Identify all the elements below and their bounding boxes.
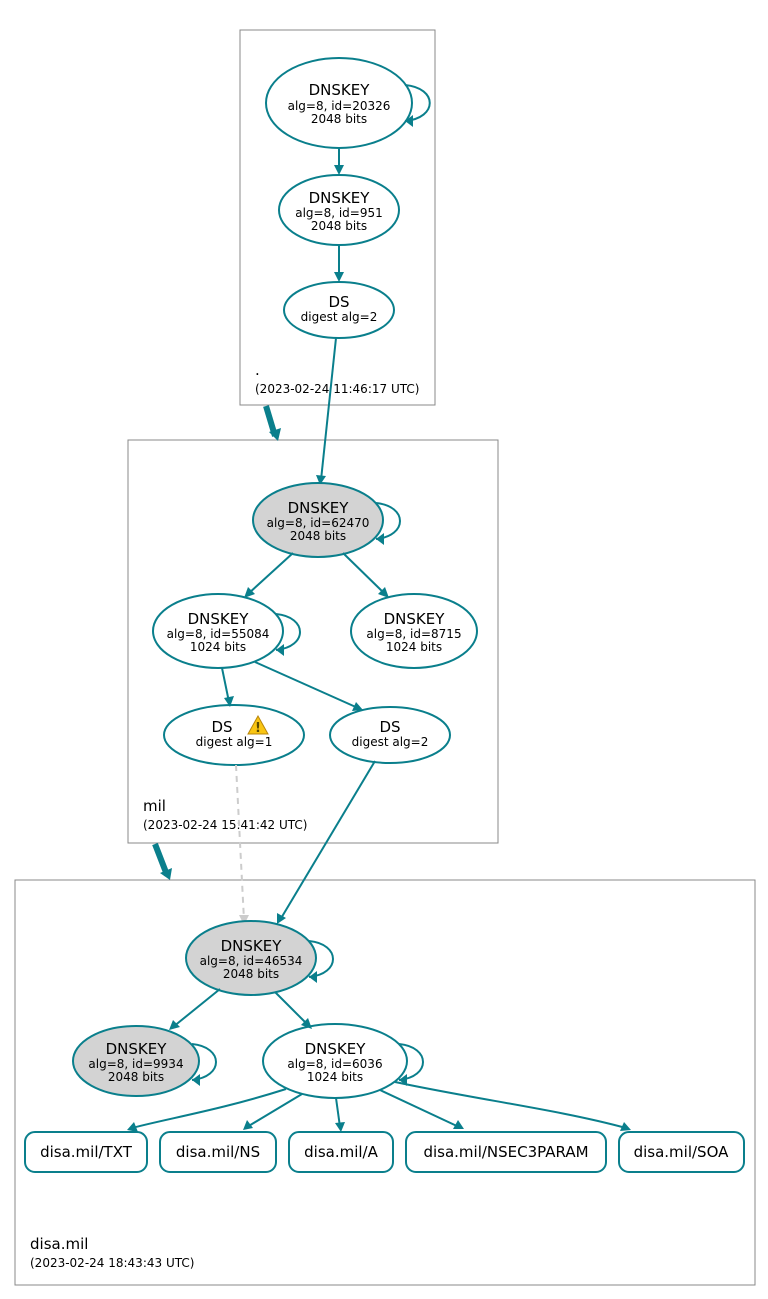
mil-ksk-l2: 2048 bits (290, 529, 346, 543)
zone-label-root: . (255, 361, 260, 379)
rr-txt-label: disa.mil/TXT (40, 1143, 133, 1161)
mil-ds2-l1: digest alg=2 (352, 735, 429, 749)
root-ds-title: DS (328, 293, 349, 311)
edge-ds2-to-disaksk (280, 761, 375, 920)
mil-zsk1-title: DNSKEY (188, 610, 250, 628)
rr-a-label: disa.mil/A (304, 1143, 378, 1161)
rr-soa-label: disa.mil/SOA (634, 1143, 730, 1161)
edge-zsk1-to-ds2 (255, 662, 358, 708)
mil-ds1-title: DS (211, 718, 232, 736)
root-zsk-title: DNSKEY (309, 189, 371, 207)
zone-label-disa: disa.mil (30, 1235, 88, 1253)
root-ds-l1: digest alg=2 (301, 310, 378, 324)
disa-zsk-title: DNSKEY (305, 1040, 367, 1058)
disa-k2-title: DNSKEY (106, 1040, 168, 1058)
arrow-zsk-to-a (335, 1122, 345, 1132)
edge-milksk-to-zsk1 (248, 553, 293, 594)
disa-k2-l1: alg=8, id=9934 (88, 1057, 183, 1071)
edge-zsk-to-soa (395, 1082, 626, 1128)
disa-zsk-l1: alg=8, id=6036 (287, 1057, 382, 1071)
edge-mil-to-disa-zone (155, 844, 167, 875)
arrow-ds2-to-disaksk (277, 913, 286, 924)
disa-zsk-l2: 1024 bits (307, 1070, 363, 1084)
zone-label-mil: mil (143, 797, 166, 815)
zone-time-disa: (2023-02-24 18:43:43 UTC) (30, 1256, 194, 1270)
mil-zsk2-l2: 1024 bits (386, 640, 442, 654)
mil-zsk1-l1: alg=8, id=55084 (167, 627, 270, 641)
root-ksk-title: DNSKEY (309, 81, 371, 99)
mil-ds2-title: DS (379, 718, 400, 736)
edge-rootds-to-milksk (321, 338, 336, 480)
root-zsk-l2: 2048 bits (311, 219, 367, 233)
rr-nsec3-label: disa.mil/NSEC3PARAM (423, 1143, 588, 1161)
arrow-rootksk-to-rootzsk (334, 165, 344, 175)
zone-time-root: (2023-02-24 11:46:17 UTC) (255, 382, 419, 396)
mil-zsk1-l2: 1024 bits (190, 640, 246, 654)
disa-ksk-title: DNSKEY (221, 937, 283, 955)
mil-ksk-l1: alg=8, id=62470 (267, 516, 370, 530)
edge-zsk1-to-ds1 (222, 668, 229, 702)
root-ksk-l2: 2048 bits (311, 112, 367, 126)
disa-k2-l2: 2048 bits (108, 1070, 164, 1084)
mil-ds1-l1: digest alg=1 (196, 735, 273, 749)
disa-ksk-l2: 2048 bits (223, 967, 279, 981)
edge-disaksk-to-k2 (173, 989, 220, 1027)
edge-disaksk-to-zsk (275, 992, 308, 1025)
edge-zsk-to-nsec3 (380, 1090, 459, 1127)
root-ksk-l1: alg=8, id=20326 (288, 99, 391, 113)
zone-time-mil: (2023-02-24 15:41:42 UTC) (143, 818, 307, 832)
mil-ksk-title: DNSKEY (288, 499, 350, 517)
arrow-rootzsk-to-rootds (334, 272, 344, 282)
root-zsk-l1: alg=8, id=951 (295, 206, 383, 220)
svg-text:!: ! (255, 721, 261, 736)
rr-ns-label: disa.mil/NS (176, 1143, 260, 1161)
mil-zsk2-l1: alg=8, id=8715 (366, 627, 461, 641)
disa-ksk-l1: alg=8, id=46534 (200, 954, 303, 968)
mil-zsk2-title: DNSKEY (384, 610, 446, 628)
edge-milksk-to-zsk2 (343, 553, 385, 594)
